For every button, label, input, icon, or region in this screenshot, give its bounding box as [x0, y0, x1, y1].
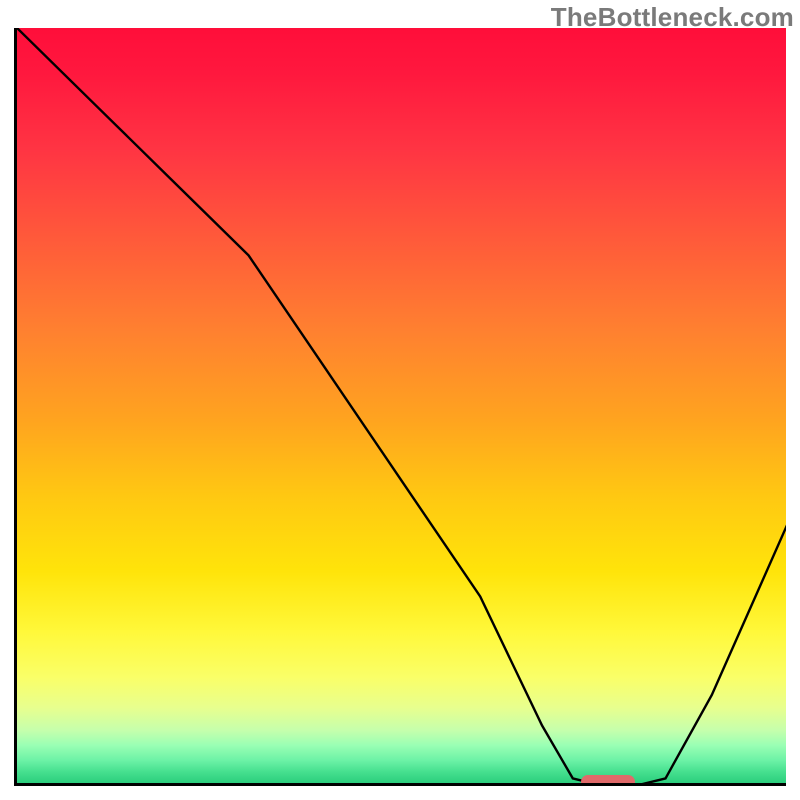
optimal-range-marker [581, 775, 635, 786]
curve-path [17, 28, 786, 786]
bottleneck-curve [17, 28, 786, 786]
chart-container: TheBottleneck.com [0, 0, 800, 800]
chart-axes-frame [14, 28, 786, 786]
